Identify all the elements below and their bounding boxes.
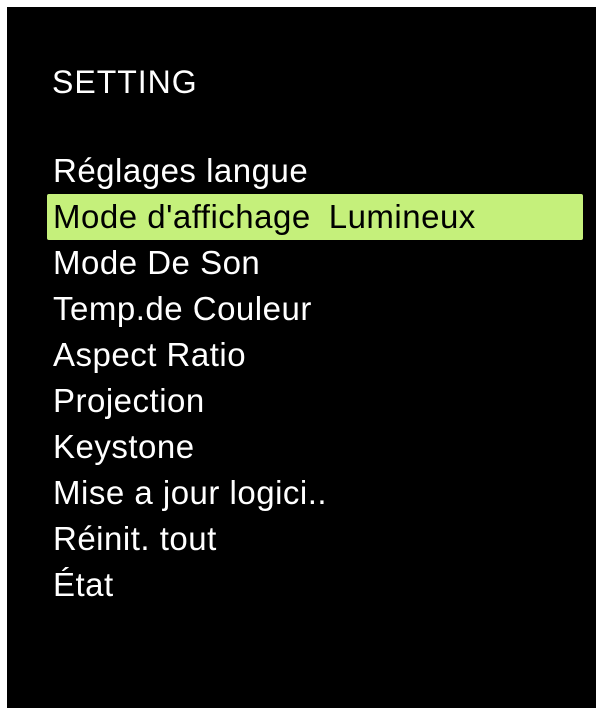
menu-title: SETTING <box>52 64 198 100</box>
menu-item-label: Projection <box>53 382 205 419</box>
menu-item-label: Mode De Son <box>53 244 261 281</box>
menu-item-reset-all[interactable]: Réinit. tout <box>47 516 587 562</box>
menu-item-color-temperature[interactable]: Temp.de Couleur <box>47 286 587 332</box>
menu-item-display-mode[interactable]: Mode d'affichage Lumineux <box>47 194 583 240</box>
menu-item-software-update[interactable]: Mise a jour logici.. <box>47 470 587 516</box>
menu-item-label: Temp.de Couleur <box>53 290 312 327</box>
menu-item-label: État <box>53 566 114 603</box>
menu-item-label: Mise a jour logici.. <box>53 474 328 511</box>
menu-item-value: Lumineux <box>328 198 476 235</box>
menu-item-aspect-ratio[interactable]: Aspect Ratio <box>47 332 587 378</box>
menu-item-label: Mode d'affichage <box>53 198 311 235</box>
menu-item-status[interactable]: État <box>47 562 587 608</box>
osd-menu-screen: SETTING Réglages langue Mode d'affichage… <box>7 7 596 708</box>
menu-item-label: Keystone <box>53 428 195 465</box>
menu-item-language-settings[interactable]: Réglages langue <box>47 148 587 194</box>
menu-item-label: Réglages langue <box>53 152 309 189</box>
menu-item-label: Aspect Ratio <box>53 336 247 373</box>
menu-item-projection[interactable]: Projection <box>47 378 587 424</box>
menu-item-keystone[interactable]: Keystone <box>47 424 587 470</box>
menu-item-sound-mode[interactable]: Mode De Son <box>47 240 587 286</box>
settings-menu-list: Réglages langue Mode d'affichage Lumineux… <box>47 148 587 608</box>
menu-item-label: Réinit. tout <box>53 520 217 557</box>
